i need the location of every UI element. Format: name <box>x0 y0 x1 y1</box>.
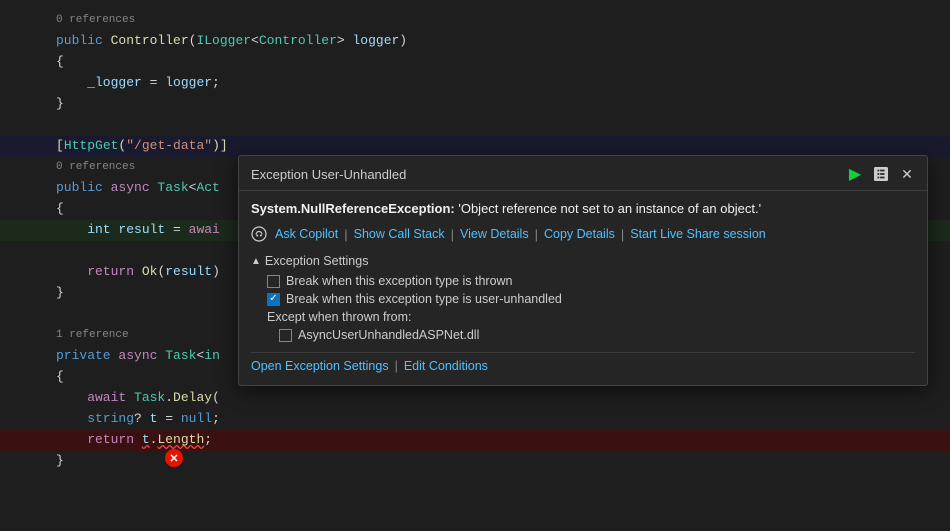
close-button[interactable]: ✕ <box>897 164 917 184</box>
popup-title: Exception User-Unhandled <box>251 167 406 182</box>
checkbox-row-1: Break when this exception type is thrown <box>251 274 915 288</box>
triangle-icon: ▲ <box>251 256 261 267</box>
continue-button[interactable]: ▶ <box>845 164 865 184</box>
code-line: { <box>0 52 950 73</box>
code-line: } <box>0 94 950 115</box>
open-exception-settings-link[interactable]: Open Exception Settings <box>251 359 389 373</box>
except-label: Except when thrown from: <box>251 310 915 324</box>
edit-conditions-link[interactable]: Edit Conditions <box>404 359 488 373</box>
code-line <box>0 115 950 136</box>
settings-header: ▲ Exception Settings <box>251 254 915 268</box>
popup-body: System.NullReferenceException: 'Object r… <box>239 191 927 385</box>
settings-links: Open Exception Settings | Edit Condition… <box>251 352 915 373</box>
break-unhandled-checkbox[interactable] <box>267 293 280 306</box>
code-line: } <box>0 451 950 472</box>
view-details-link[interactable]: View Details <box>460 227 529 241</box>
dll-row: AsyncUserUnhandledASPNet.dll <box>251 328 915 342</box>
code-line: string? t = null; <box>0 409 950 430</box>
code-line: _logger = logger; <box>0 73 950 94</box>
exception-message: System.NullReferenceException: 'Object r… <box>251 201 915 216</box>
popup-header: Exception User-Unhandled ▶ ✕ <box>239 156 927 191</box>
break-thrown-checkbox[interactable] <box>267 275 280 288</box>
error-badge: ✕ <box>165 449 183 467</box>
ask-copilot-link[interactable]: Ask Copilot <box>275 227 338 241</box>
exception-settings: ▲ Exception Settings Break when this exc… <box>251 254 915 373</box>
checkbox-row-2: Break when this exception type is user-u… <box>251 292 915 306</box>
error-code-line: return t.Length; <box>0 430 950 451</box>
code-line: 0 references <box>0 10 950 31</box>
pin-button[interactable] <box>871 164 891 184</box>
show-call-stack-link[interactable]: Show Call Stack <box>354 227 445 241</box>
start-live-share-link[interactable]: Start Live Share session <box>630 227 766 241</box>
code-line: [HttpGet("/get-data")] <box>0 136 950 157</box>
dll-checkbox[interactable] <box>279 329 292 342</box>
exception-links: Ask Copilot | Show Call Stack | View Det… <box>251 226 915 242</box>
copy-details-link[interactable]: Copy Details <box>544 227 615 241</box>
exception-popup: Exception User-Unhandled ▶ ✕ System.Null… <box>238 155 928 386</box>
code-line: await Task.Delay( <box>0 388 950 409</box>
copilot-icon <box>251 226 269 242</box>
code-line: public Controller(ILogger<Controller> lo… <box>0 31 950 52</box>
popup-icons: ▶ ✕ <box>845 164 917 184</box>
